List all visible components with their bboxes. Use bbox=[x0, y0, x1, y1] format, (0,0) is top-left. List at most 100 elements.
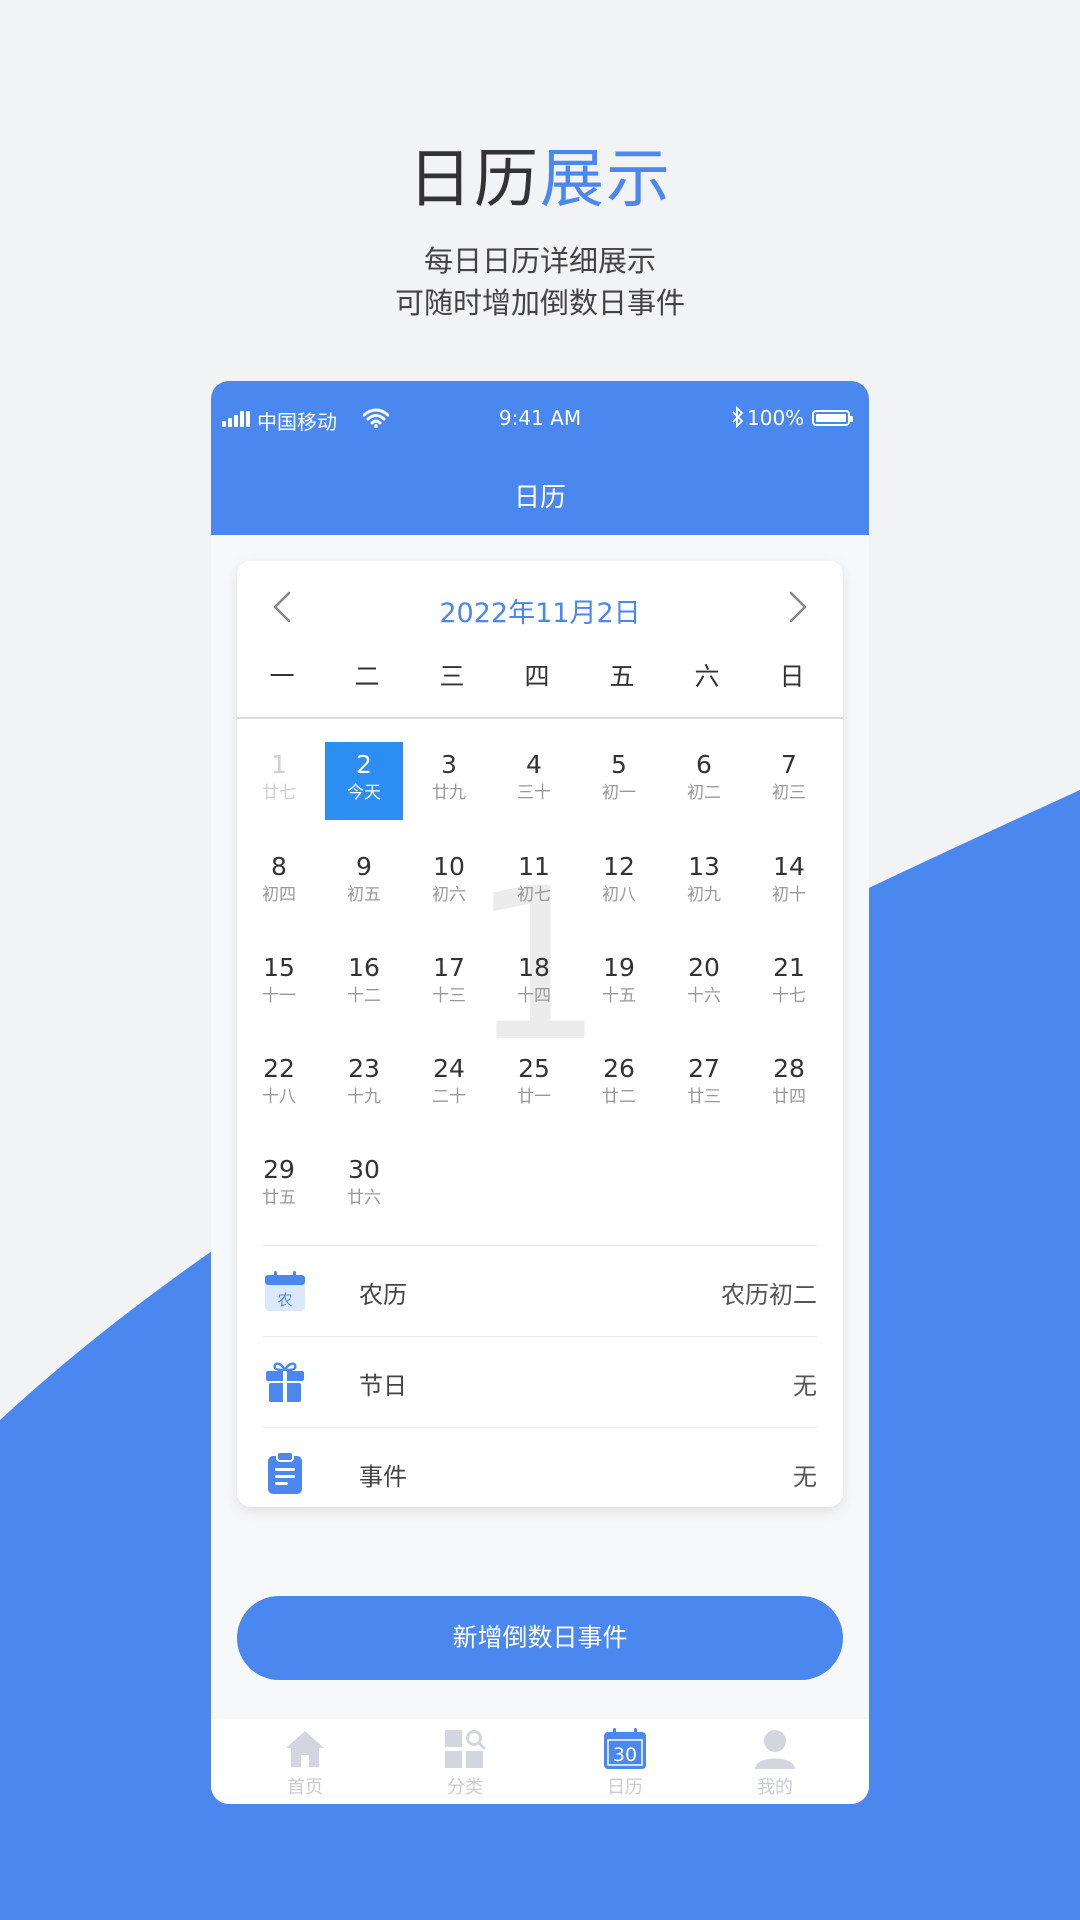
day-lunar: 初五 bbox=[347, 885, 381, 905]
day-lunar: 十五 bbox=[602, 986, 636, 1006]
day-lunar: 初十 bbox=[772, 885, 806, 905]
bluetooth-icon bbox=[732, 405, 744, 429]
day-cell[interactable]: 12 初八 bbox=[580, 844, 658, 922]
day-cell[interactable]: 14 初十 bbox=[750, 844, 828, 922]
lunar-label: 农历 bbox=[359, 1281, 407, 1309]
weekday-mon: 一 bbox=[269, 662, 295, 691]
day-cell-selected[interactable]: 2 今天 bbox=[325, 742, 403, 820]
day-cell[interactable]: 9 初五 bbox=[325, 844, 403, 922]
day-number: 14 bbox=[773, 852, 805, 881]
add-countdown-event-button[interactable]: 新增倒数日事件 bbox=[237, 1596, 843, 1680]
day-cell[interactable]: 22 十八 bbox=[240, 1046, 318, 1124]
day-cell[interactable]: 19 十五 bbox=[580, 945, 658, 1023]
day-cell[interactable]: 4 三十 bbox=[495, 742, 573, 820]
weekday-fri: 五 bbox=[609, 662, 635, 691]
day-lunar: 初六 bbox=[432, 885, 466, 905]
day-cell[interactable]: 13 初九 bbox=[665, 844, 743, 922]
day-cell[interactable]: 26 廿二 bbox=[580, 1046, 658, 1124]
day-cell[interactable]: 25 廿一 bbox=[495, 1046, 573, 1124]
day-number: 27 bbox=[688, 1054, 720, 1083]
day-cell[interactable]: 11 初七 bbox=[495, 844, 573, 922]
day-lunar: 初二 bbox=[687, 783, 721, 803]
day-number: 2 bbox=[356, 750, 372, 779]
day-number: 29 bbox=[263, 1155, 295, 1184]
day-cell[interactable]: 29 廿五 bbox=[240, 1147, 318, 1225]
day-cell[interactable]: 16 十二 bbox=[325, 945, 403, 1023]
calendar-icon-text: 30 bbox=[613, 1744, 637, 1766]
day-number: 4 bbox=[526, 750, 542, 779]
day-cell[interactable]: 5 初一 bbox=[580, 742, 658, 820]
day-number: 15 bbox=[263, 953, 295, 982]
day-number: 30 bbox=[348, 1155, 380, 1184]
next-month-arrow-icon[interactable] bbox=[779, 589, 815, 625]
user-icon bbox=[755, 1730, 795, 1769]
tab-category-label: 分类 bbox=[447, 1777, 483, 1798]
day-cell[interactable]: 23 十九 bbox=[325, 1046, 403, 1124]
lunar-icon-text: 农 bbox=[277, 1291, 292, 1309]
category-icon bbox=[445, 1730, 486, 1768]
day-lunar: 二十 bbox=[432, 1087, 466, 1107]
promo-title-accent: 展示 bbox=[540, 143, 672, 217]
day-number: 17 bbox=[433, 953, 465, 982]
weekday-thu: 四 bbox=[524, 662, 550, 691]
day-number: 12 bbox=[603, 852, 635, 881]
tab-home[interactable]: 首页 bbox=[245, 1719, 365, 1804]
day-number: 7 bbox=[781, 750, 797, 779]
promo-subtitle-line2: 可随时增加倒数日事件 bbox=[394, 286, 685, 320]
day-lunar: 初七 bbox=[517, 885, 551, 905]
divider bbox=[263, 1427, 817, 1428]
day-number: 28 bbox=[773, 1054, 805, 1083]
divider bbox=[237, 717, 843, 719]
day-cell[interactable]: 17 十三 bbox=[410, 945, 488, 1023]
day-number: 8 bbox=[271, 852, 287, 881]
tab-bar: 首页 分类 30 日历 我的 bbox=[211, 1719, 869, 1804]
day-number: 5 bbox=[611, 750, 627, 779]
app-header: 中国移动 9:41 AM 100% 日历 bbox=[211, 381, 869, 535]
month-title[interactable]: 2022年11月2日 bbox=[237, 591, 843, 630]
day-cell[interactable]: 15 十一 bbox=[240, 945, 318, 1023]
weekday-header: 一 二 三 四 五 六 日 bbox=[237, 657, 843, 697]
day-cell[interactable]: 10 初六 bbox=[410, 844, 488, 922]
lunar-value: 农历初二 bbox=[721, 1281, 817, 1309]
divider bbox=[263, 1336, 817, 1337]
tab-category[interactable]: 分类 bbox=[405, 1719, 525, 1804]
day-cell[interactable]: 7 初三 bbox=[750, 742, 828, 820]
day-cell[interactable]: 30 廿六 bbox=[325, 1147, 403, 1225]
lunar-calendar-icon: 农 bbox=[265, 1271, 305, 1311]
day-cell[interactable]: 8 初四 bbox=[240, 844, 318, 922]
day-cell[interactable]: 27 廿三 bbox=[665, 1046, 743, 1124]
day-lunar: 廿二 bbox=[602, 1087, 636, 1107]
home-icon bbox=[286, 1731, 324, 1767]
festival-value: 无 bbox=[793, 1372, 817, 1400]
day-number: 24 bbox=[433, 1054, 465, 1083]
promo-title: 日历展示 bbox=[0, 128, 1080, 220]
lunar-row[interactable]: 农 农历 农历初二 bbox=[263, 1245, 817, 1335]
day-lunar: 十八 bbox=[262, 1087, 296, 1107]
day-cell[interactable]: 1 廿七 bbox=[240, 742, 318, 820]
tab-mine[interactable]: 我的 bbox=[715, 1719, 835, 1804]
promo-subtitle-line1: 每日日历详细展示 bbox=[423, 244, 656, 278]
day-cell[interactable]: 24 二十 bbox=[410, 1046, 488, 1124]
day-lunar: 廿七 bbox=[262, 783, 296, 803]
calendar-card: 2022年11月2日 一 二 三 四 五 六 日 1 1 廿七 2 今天 3 廿九 4 三十 5… bbox=[237, 561, 843, 1507]
day-cell[interactable]: 6 初二 bbox=[665, 742, 743, 820]
day-lunar: 今天 bbox=[347, 783, 381, 803]
day-number: 1 bbox=[271, 750, 287, 779]
battery-icon bbox=[812, 410, 853, 426]
day-number: 6 bbox=[696, 750, 712, 779]
day-cell[interactable]: 18 十四 bbox=[495, 945, 573, 1023]
day-lunar: 廿三 bbox=[687, 1087, 721, 1107]
day-lunar: 十三 bbox=[432, 986, 466, 1006]
tab-calendar[interactable]: 30 日历 bbox=[565, 1719, 685, 1804]
battery-percent: 100% bbox=[747, 406, 805, 430]
day-cell[interactable]: 3 廿九 bbox=[410, 742, 488, 820]
day-lunar: 廿五 bbox=[262, 1188, 296, 1208]
day-number: 22 bbox=[263, 1054, 295, 1083]
event-row[interactable]: 事件 无 bbox=[263, 1427, 817, 1517]
festival-row[interactable]: 节日 无 bbox=[263, 1336, 817, 1426]
day-cell[interactable]: 28 廿四 bbox=[750, 1046, 828, 1124]
day-cell[interactable]: 21 十七 bbox=[750, 945, 828, 1023]
day-cell[interactable]: 20 十六 bbox=[665, 945, 743, 1023]
tab-home-label: 首页 bbox=[287, 1777, 323, 1798]
day-lunar: 十六 bbox=[687, 986, 721, 1006]
